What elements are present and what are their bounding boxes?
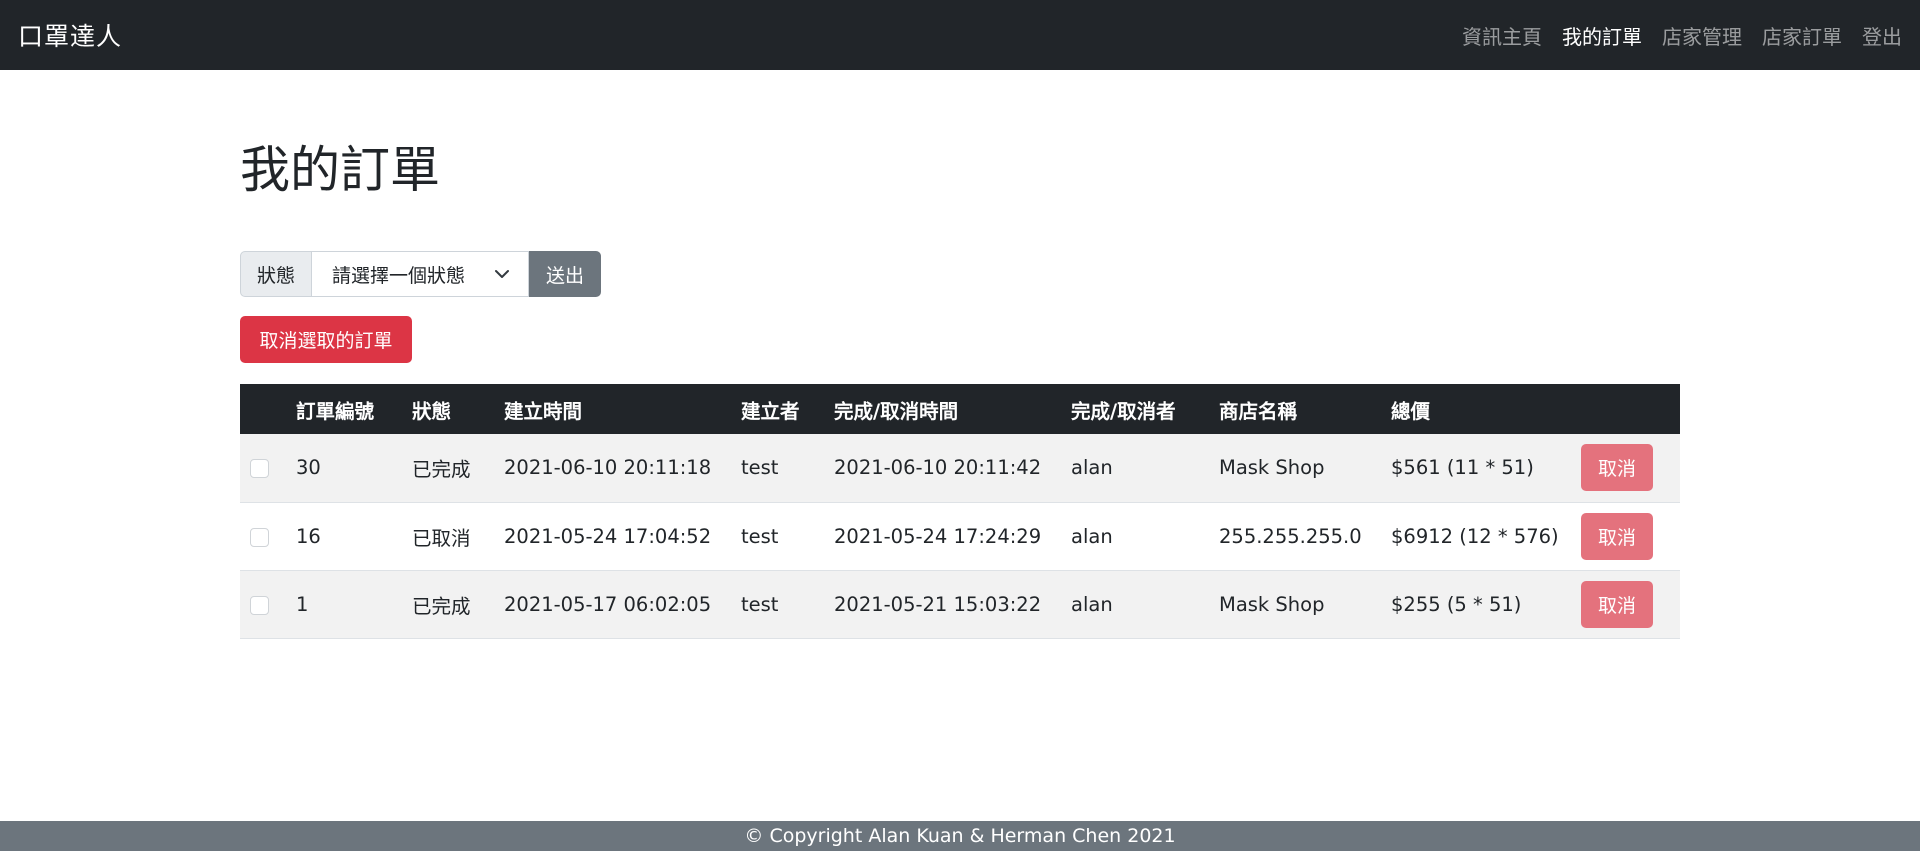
row-select-cell [240,502,296,571]
order-done-time: 2021-05-21 15:03:22 [834,570,1071,639]
order-shop-name: Mask Shop [1219,570,1391,639]
order-id: 30 [296,434,412,503]
nav-link-shop-orders[interactable]: 店家訂單 [1762,21,1842,50]
header-action [1581,384,1680,434]
order-created-time: 2021-06-10 20:11:18 [504,434,741,503]
order-done-by: alan [1071,570,1219,639]
header-done-by: 完成/取消者 [1071,384,1219,434]
order-id: 1 [296,570,412,639]
table-row: 1 已完成 2021-05-17 06:02:05 test 2021-05-2… [240,570,1680,639]
row-action-cell: 取消 [1581,570,1680,639]
row-checkbox[interactable] [250,459,269,479]
orders-table: 訂單編號 狀態 建立時間 建立者 完成/取消時間 完成/取消者 商店名稱 總價 … [240,384,1680,639]
order-id: 16 [296,502,412,571]
order-total: $255 (5 * 51) [1391,570,1581,639]
row-action-cell: 取消 [1581,502,1680,571]
header-status: 狀態 [412,384,504,434]
order-done-by: alan [1071,502,1219,571]
table-row: 16 已取消 2021-05-24 17:04:52 test 2021-05-… [240,502,1680,571]
header-creator: 建立者 [741,384,834,434]
nav-link-dashboard[interactable]: 資訊主頁 [1462,21,1542,50]
order-creator: test [741,570,834,639]
top-navbar: 口罩達人 資訊主頁 我的訂單 店家管理 店家訂單 登出 [0,0,1920,70]
order-total: $6912 (12 * 576) [1391,502,1581,571]
table-header-row: 訂單編號 狀態 建立時間 建立者 完成/取消時間 完成/取消者 商店名稱 總價 [240,384,1680,434]
order-created-time: 2021-05-17 06:02:05 [504,570,741,639]
order-creator: test [741,502,834,571]
nav-link-logout[interactable]: 登出 [1862,21,1902,50]
table-row: 30 已完成 2021-06-10 20:11:18 test 2021-06-… [240,434,1680,503]
status-filter-label: 狀態 [240,251,312,297]
header-done-time: 完成/取消時間 [834,384,1071,434]
chevron-down-icon [495,270,509,278]
page-title: 我的訂單 [240,141,440,199]
copyright-text: © Copyright Alan Kuan & Herman Chen 2021 [744,825,1176,847]
order-shop-name: Mask Shop [1219,434,1391,503]
order-done-time: 2021-05-24 17:24:29 [834,502,1071,571]
header-order-id: 訂單編號 [296,384,412,434]
header-select [240,384,296,434]
order-created-time: 2021-05-24 17:04:52 [504,502,741,571]
cancel-selected-orders-button[interactable]: 取消選取的訂單 [240,316,412,363]
row-checkbox[interactable] [250,527,269,547]
status-select-value: 請選擇一個狀態 [332,264,466,287]
nav-link-my-orders[interactable]: 我的訂單 [1562,21,1642,50]
row-checkbox[interactable] [250,595,269,615]
row-cancel-button[interactable]: 取消 [1581,444,1653,492]
order-status: 已完成 [412,570,504,639]
nav-links: 資訊主頁 我的訂單 店家管理 店家訂單 登出 [1442,21,1902,50]
header-total: 總價 [1391,384,1581,434]
order-total: $561 (11 * 51) [1391,434,1581,503]
row-action-cell: 取消 [1581,434,1680,503]
footer: © Copyright Alan Kuan & Herman Chen 2021 [0,821,1920,851]
row-select-cell [240,434,296,503]
row-cancel-button[interactable]: 取消 [1581,512,1653,560]
status-select[interactable]: 請選擇一個狀態 [312,251,529,297]
row-select-cell [240,570,296,639]
header-created-time: 建立時間 [504,384,741,434]
status-filter-group: 狀態 請選擇一個狀態 送出 [240,251,601,297]
brand-logo[interactable]: 口罩達人 [18,17,122,53]
order-creator: test [741,434,834,503]
nav-link-shop-management[interactable]: 店家管理 [1662,21,1742,50]
order-shop-name: 255.255.255.0 [1219,502,1391,571]
row-cancel-button[interactable]: 取消 [1581,580,1653,628]
submit-button[interactable]: 送出 [529,251,601,297]
order-status: 已完成 [412,434,504,503]
order-status: 已取消 [412,502,504,571]
order-done-time: 2021-06-10 20:11:42 [834,434,1071,503]
order-done-by: alan [1071,434,1219,503]
header-shop-name: 商店名稱 [1219,384,1391,434]
